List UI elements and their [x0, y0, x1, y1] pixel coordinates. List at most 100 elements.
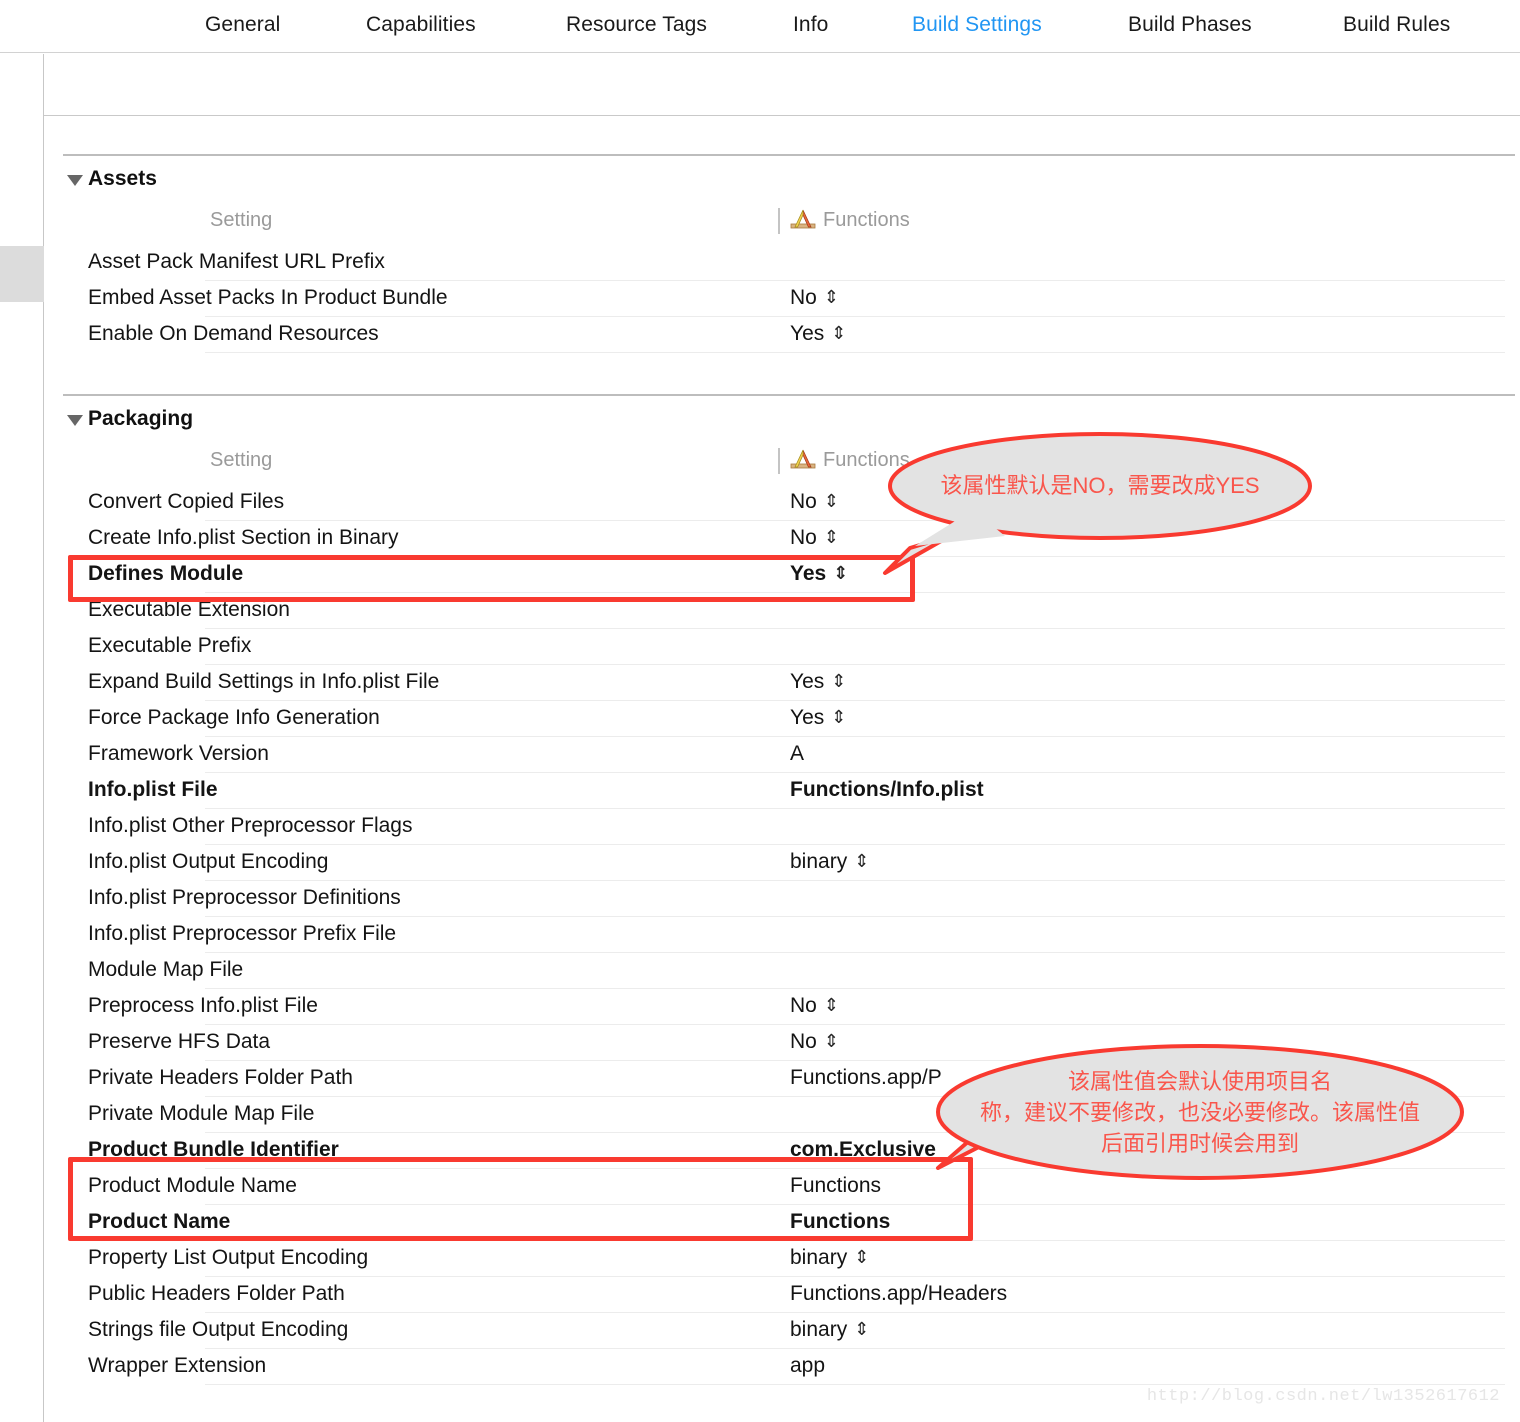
stepper-icon[interactable]: ⇕: [831, 671, 846, 692]
packaging-disclosure-triangle-icon[interactable]: [67, 415, 83, 426]
setting-value[interactable]: Yes ⇕: [790, 706, 846, 730]
stepper-icon[interactable]: ⇕: [824, 287, 839, 308]
setting-name: Info.plist File: [88, 778, 218, 801]
table-row[interactable]: Info.plist Output Encoding binary ⇕: [45, 845, 1520, 881]
highlight-box-product-module-name: [68, 1157, 973, 1241]
table-row[interactable]: Preprocess Info.plist File No ⇕: [45, 989, 1520, 1025]
assets-group-rule: [63, 154, 1515, 156]
tab-build-rules[interactable]: Build Rules: [1343, 13, 1450, 37]
setting-name: Info.plist Preprocessor Prefix File: [88, 922, 397, 945]
tab-build-settings[interactable]: Build Settings: [912, 13, 1042, 37]
tab-general[interactable]: General: [205, 13, 280, 37]
table-row[interactable]: Wrapper Extension app: [45, 1349, 1520, 1385]
assets-disclosure-triangle-icon[interactable]: [67, 175, 83, 186]
setting-value[interactable]: Functions.app/P: [790, 1066, 942, 1090]
packaging-group-title: Packaging: [88, 407, 194, 430]
callout-text: 该属性默认是NO，需要改成YES: [940, 473, 1260, 498]
setting-name: Private Headers Folder Path: [88, 1066, 353, 1089]
setting-name: Module Map File: [88, 958, 244, 981]
assets-group-title: Assets: [88, 167, 157, 190]
setting-value[interactable]: No ⇕: [790, 286, 839, 310]
tab-capabilities[interactable]: Capabilities: [366, 13, 476, 37]
stepper-icon[interactable]: ⇕: [854, 1247, 869, 1268]
target-editor-tabbar: General Capabilities Resource Tags Info …: [0, 0, 1520, 53]
tab-info[interactable]: Info: [793, 13, 828, 37]
stepper-icon[interactable]: ⇕: [824, 491, 839, 512]
callout-text: 该属性值会默认使用项目名 称，建议不要修改，也没必要修改。该属性值 后面引用时候…: [979, 1069, 1420, 1156]
setting-name: Create Info.plist Section in Binary: [88, 526, 399, 549]
table-row[interactable]: Public Headers Folder Path Functions.app…: [45, 1277, 1520, 1313]
table-row[interactable]: Info.plist Preprocessor Prefix File: [45, 917, 1520, 953]
setting-value[interactable]: No ⇕: [790, 490, 839, 514]
navigator-strip: [0, 54, 44, 1422]
setting-value[interactable]: No ⇕: [790, 526, 839, 550]
setting-name: Info.plist Output Encoding: [88, 850, 329, 873]
watermark: http://blog.csdn.net/lw1352617612: [1146, 1387, 1500, 1406]
setting-name: Strings file Output Encoding: [88, 1318, 349, 1341]
setting-value[interactable]: app: [790, 1354, 825, 1378]
build-settings-filterbar: Basic Customized All Combined Levels + p…: [0, 54, 1520, 157]
setting-value[interactable]: Yes ⇕: [790, 670, 846, 694]
navigator-scrollbar-thumb[interactable]: [0, 246, 44, 302]
table-row[interactable]: Embed Asset Packs In Product Bundle No ⇕: [45, 281, 1520, 317]
stepper-icon[interactable]: ⇕: [831, 707, 846, 728]
xcode-target-icon: [790, 209, 816, 231]
row-rule: [205, 352, 1505, 353]
setting-name: Enable On Demand Resources: [88, 322, 379, 345]
packaging-column-header-setting: Setting: [210, 449, 273, 471]
setting-name: Private Module Map File: [88, 1102, 315, 1125]
setting-name: Preprocess Info.plist File: [88, 994, 318, 1017]
setting-name: Info.plist Other Preprocessor Flags: [88, 814, 413, 837]
table-row[interactable]: Info.plist Preprocessor Definitions: [45, 881, 1520, 917]
xcode-build-settings-window: General Capabilities Resource Tags Info …: [0, 0, 1520, 1422]
row-rule: [205, 1384, 1505, 1385]
stepper-icon[interactable]: ⇕: [831, 323, 846, 344]
assets-column-header-functions: Functions: [823, 209, 910, 231]
setting-value[interactable]: A: [790, 742, 804, 766]
xcode-target-icon: [790, 449, 816, 471]
table-row[interactable]: Framework Version A: [45, 737, 1520, 773]
annotation-callout-defines-module: 该属性默认是NO，需要改成YES: [855, 428, 1335, 588]
table-row[interactable]: Asset Pack Manifest URL Prefix: [45, 245, 1520, 281]
setting-name: Wrapper Extension: [88, 1354, 267, 1377]
table-row[interactable]: Info.plist File Functions/Info.plist: [45, 773, 1520, 809]
table-row[interactable]: Force Package Info Generation Yes ⇕: [45, 701, 1520, 737]
table-row[interactable]: Strings file Output Encoding binary ⇕: [45, 1313, 1520, 1349]
setting-value[interactable]: Functions.app/Headers: [790, 1282, 1007, 1306]
stepper-icon[interactable]: ⇕: [854, 1319, 869, 1340]
setting-value[interactable]: Yes ⇕: [790, 322, 846, 346]
table-row[interactable]: Module Map File: [45, 953, 1520, 989]
setting-name: Asset Pack Manifest URL Prefix: [88, 250, 385, 273]
setting-name: Info.plist Preprocessor Definitions: [88, 886, 401, 909]
table-row[interactable]: Expand Build Settings in Info.plist File…: [45, 665, 1520, 701]
setting-name: Public Headers Folder Path: [88, 1282, 345, 1305]
assets-column-divider: [778, 208, 780, 234]
stepper-icon[interactable]: ⇕: [824, 1031, 839, 1052]
stepper-icon[interactable]: ⇕: [854, 851, 869, 872]
setting-value[interactable]: binary ⇕: [790, 850, 869, 874]
stepper-icon[interactable]: ⇕: [824, 995, 839, 1016]
stepper-icon[interactable]: ⇕: [824, 527, 839, 548]
setting-name: Convert Copied Files: [88, 490, 285, 513]
setting-name: Force Package Info Generation: [88, 706, 380, 729]
setting-value[interactable]: binary ⇕: [790, 1246, 869, 1270]
table-row[interactable]: Executable Prefix: [45, 629, 1520, 665]
tab-resource-tags[interactable]: Resource Tags: [566, 13, 707, 37]
table-row[interactable]: Property List Output Encoding binary ⇕: [45, 1241, 1520, 1277]
setting-value[interactable]: Functions/Info.plist: [790, 778, 984, 802]
setting-name: Preserve HFS Data: [88, 1030, 271, 1053]
setting-name: Executable Prefix: [88, 634, 252, 657]
highlight-box-defines-module: [68, 555, 915, 602]
tab-build-phases[interactable]: Build Phases: [1128, 13, 1252, 37]
assets-column-header-setting: Setting: [210, 209, 273, 231]
setting-value[interactable]: No ⇕: [790, 994, 839, 1018]
setting-name: Embed Asset Packs In Product Bundle: [88, 286, 448, 309]
setting-value[interactable]: No ⇕: [790, 1030, 839, 1054]
setting-name: Property List Output Encoding: [88, 1246, 369, 1269]
setting-value[interactable]: binary ⇕: [790, 1318, 869, 1342]
packaging-group-rule: [63, 394, 1515, 396]
packaging-column-divider: [778, 448, 780, 474]
table-row[interactable]: Info.plist Other Preprocessor Flags: [45, 809, 1520, 845]
table-row[interactable]: Enable On Demand Resources Yes ⇕: [45, 317, 1520, 353]
setting-name: Expand Build Settings in Info.plist File: [88, 670, 440, 693]
